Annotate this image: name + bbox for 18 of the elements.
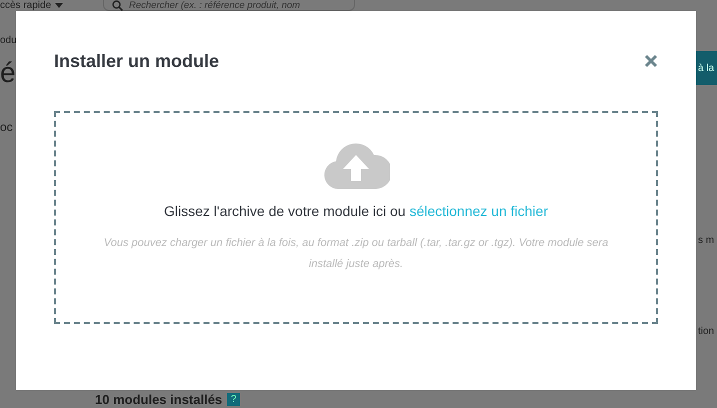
header-button[interactable]: à la — [696, 51, 717, 85]
drop-zone[interactable]: Glissez l'archive de votre module ici ou sélectionnez un fichier Vous pouvez charger un fichier à la fois, au format .zip ou tarball (.tar, .tar.gz or .tgz). Votre module sera installé juste après. — [54, 111, 658, 324]
close-icon[interactable] — [644, 54, 658, 68]
page-tab[interactable]: oc — [0, 120, 16, 134]
drop-instruction: Glissez l'archive de votre module ici ou sélectionnez un fichier — [164, 203, 548, 219]
row-text: s m — [697, 235, 716, 246]
help-badge[interactable]: ? — [227, 392, 240, 406]
upload-hint: Vous pouvez charger un fichier à la fois, au format .zip ou tarball (.tar, .tar.gz or .tgz). Votre module sera installé juste après. — [102, 236, 610, 272]
cloud-upload-icon — [322, 141, 390, 189]
search-field[interactable]: Rechercher (ex. : référence produit, nom — [103, 0, 356, 11]
page-title: é — [0, 58, 16, 88]
search-icon — [112, 0, 123, 10]
breadcrumb-text: odu — [0, 35, 16, 46]
installed-count: 10 modules installés — [95, 392, 222, 406]
row-text: tion — [697, 326, 716, 337]
caret-icon — [55, 3, 64, 8]
modal-title: Installer un module — [54, 50, 220, 72]
quick-access-menu[interactable]: ccès rapide — [0, 0, 52, 11]
